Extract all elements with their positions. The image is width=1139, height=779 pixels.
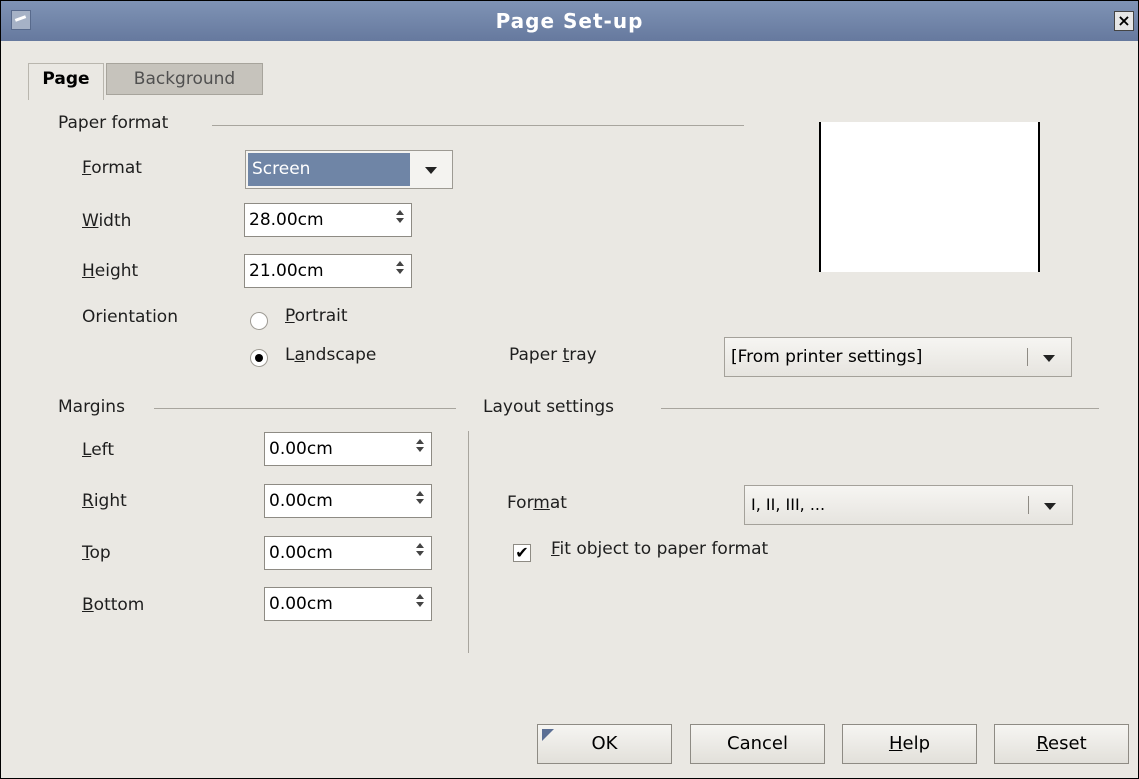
portrait-radio[interactable] xyxy=(250,312,268,330)
chevron-down-icon[interactable] xyxy=(1043,355,1055,362)
cancel-button-label: Cancel xyxy=(727,733,788,754)
layout-format-value: I, II, III, ... xyxy=(751,495,826,514)
help-button-label: Help xyxy=(888,733,931,754)
bottom-margin-spinfield[interactable]: 0.00cm xyxy=(264,587,432,621)
portrait-label[interactable]: Portrait xyxy=(285,306,348,326)
paper-tray-label: Paper tray xyxy=(509,345,597,365)
reset-button-label: Reset xyxy=(1036,733,1087,754)
right-margin-label: Right xyxy=(82,491,127,511)
width-spinfield[interactable]: 28.00cm xyxy=(244,203,412,237)
help-button[interactable]: Help xyxy=(842,724,977,764)
right-margin-value: 0.00cm xyxy=(269,491,333,511)
left-margin-spinfield[interactable]: 0.00cm xyxy=(264,432,432,466)
chevron-down-icon[interactable] xyxy=(425,167,437,174)
margins-heading: Margins xyxy=(58,397,125,417)
paper-format-heading: Paper format xyxy=(58,113,169,133)
ok-default-marker xyxy=(542,729,554,741)
bottom-margin-label: Bottom xyxy=(82,595,145,615)
left-margin-label: Left xyxy=(82,440,114,460)
format-combobox-value: Screen xyxy=(248,153,410,186)
height-value: 21.00cm xyxy=(249,261,324,281)
ok-button[interactable]: OK xyxy=(537,724,672,764)
layout-settings-heading: Layout settings xyxy=(483,397,614,417)
cancel-button[interactable]: Cancel xyxy=(690,724,825,764)
paper-format-divider xyxy=(212,125,744,126)
spin-arrows-icon[interactable] xyxy=(412,488,428,514)
paper-tray-value: [From printer settings] xyxy=(731,347,923,367)
top-margin-spinfield[interactable]: 0.00cm xyxy=(264,536,432,570)
height-spinfield[interactable]: 21.00cm xyxy=(244,254,412,288)
layout-format-label: Format xyxy=(507,493,567,513)
width-value: 28.00cm xyxy=(249,210,324,230)
window-title: Page Set-up xyxy=(495,9,644,33)
spin-arrows-icon[interactable] xyxy=(412,436,428,462)
vertical-separator xyxy=(468,431,469,653)
landscape-radio[interactable] xyxy=(250,349,268,367)
left-margin-value: 0.00cm xyxy=(269,439,333,459)
top-margin-value: 0.00cm xyxy=(269,543,333,563)
page-setup-dialog: Page Set-up × Page Background Paper form… xyxy=(0,0,1139,779)
paper-tray-combobox[interactable]: [From printer settings] xyxy=(724,337,1072,377)
fit-object-label[interactable]: Fit object to paper format xyxy=(551,539,768,559)
spin-arrows-icon[interactable] xyxy=(412,591,428,617)
spin-arrows-icon[interactable] xyxy=(392,258,408,284)
height-label: Height xyxy=(82,261,139,281)
combo-separator xyxy=(1027,348,1028,366)
tab-background[interactable]: Background xyxy=(106,63,263,95)
chevron-down-icon[interactable] xyxy=(1044,503,1056,510)
layout-settings-divider xyxy=(661,408,1099,409)
ok-button-label: OK xyxy=(591,733,618,754)
landscape-label[interactable]: Landscape xyxy=(285,345,376,365)
spin-arrows-icon[interactable] xyxy=(392,207,408,233)
margins-divider xyxy=(154,408,456,409)
right-margin-spinfield[interactable]: 0.00cm xyxy=(264,484,432,518)
tab-page[interactable]: Page xyxy=(28,63,104,100)
orientation-label: Orientation xyxy=(82,307,178,327)
fit-object-checkbox[interactable]: ✔ xyxy=(513,544,531,562)
width-label: Width xyxy=(82,211,132,231)
page-preview xyxy=(819,122,1040,272)
layout-format-combobox[interactable]: I, II, III, ... xyxy=(744,485,1073,525)
format-label: Format xyxy=(82,158,142,178)
format-combobox[interactable]: Screen xyxy=(245,150,453,189)
close-icon[interactable]: × xyxy=(1114,11,1134,31)
reset-button[interactable]: Reset xyxy=(994,724,1129,764)
title-bar[interactable]: Page Set-up × xyxy=(1,1,1138,41)
spin-arrows-icon[interactable] xyxy=(412,540,428,566)
top-margin-label: Top xyxy=(82,543,111,563)
bottom-margin-value: 0.00cm xyxy=(269,594,333,614)
combo-separator xyxy=(1028,496,1029,514)
